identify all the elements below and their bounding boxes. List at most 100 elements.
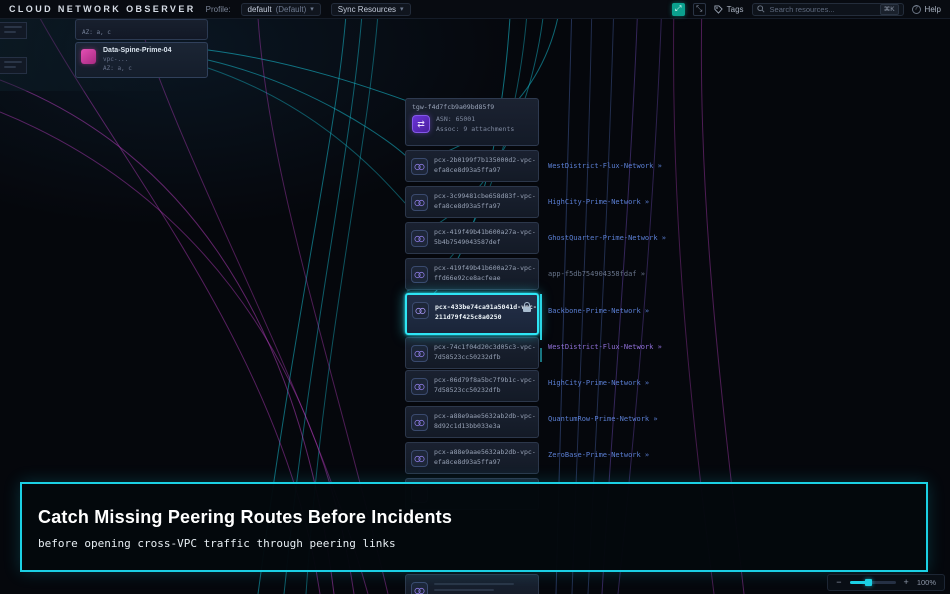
zoom-out-button[interactable]: − bbox=[836, 578, 841, 587]
chip-text-bar bbox=[4, 61, 22, 63]
peering-id-line1: pcx-06d79f8a5bc7f9b1c-vpc- bbox=[434, 376, 536, 384]
zoom-level: 100% bbox=[916, 578, 936, 587]
chevron-down-icon: ▾ bbox=[310, 6, 314, 13]
peering-node[interactable]: pcx-2b0199f7b135000d2-vpc- efa8ce8d93a5f… bbox=[405, 150, 539, 182]
peering-id-line1: pcx-74c1f04d20c3d05c3-vpc- bbox=[434, 343, 536, 351]
peering-id-line1: pcx-a88e9aae5632ab2db-vpc- bbox=[434, 448, 536, 456]
peering-node[interactable]: pcx-419f49b41b600a27a-vpc- 5b4b754904358… bbox=[405, 222, 539, 254]
network-link[interactable]: HighCity-Prime-Network » bbox=[548, 379, 649, 387]
app-logo: CLOUD NETWORK OBSERVER bbox=[9, 4, 196, 14]
peering-icon bbox=[411, 230, 428, 247]
selected-edge-highlight bbox=[540, 294, 542, 340]
peering-id-line2: 5b4b7549043587def bbox=[434, 238, 501, 247]
app-header: CLOUD NETWORK OBSERVER Profile: default … bbox=[0, 0, 950, 19]
peering-icon bbox=[412, 302, 429, 319]
peering-id-line2: 211d79f425c8a0250 bbox=[435, 313, 502, 322]
network-link[interactable]: ZeroBase-Prime-Network » bbox=[548, 451, 649, 459]
peering-id-line1: pcx-419f49b41b600a27a-vpc- bbox=[434, 264, 536, 272]
edge-node-chip[interactable] bbox=[0, 22, 27, 39]
zoom-slider[interactable] bbox=[849, 579, 896, 586]
peering-node[interactable]: pcx-74c1f04d20c3d05c3-vpc- 7d58523cc5023… bbox=[405, 337, 539, 369]
vpc-node-title: Data-Spine-Prime-04 bbox=[103, 47, 172, 54]
help-button[interactable]: ? Help bbox=[911, 4, 941, 14]
peering-node[interactable]: pcx-a88e9aae5632ab2db-vpc- efa8ce8d93a5f… bbox=[405, 442, 539, 474]
tags-button[interactable]: Tags bbox=[714, 5, 744, 14]
az-label: AZ: a, c bbox=[82, 29, 111, 36]
edge-node-chip[interactable] bbox=[0, 57, 27, 74]
peering-icon bbox=[411, 158, 428, 175]
peering-node[interactable] bbox=[405, 574, 539, 594]
peering-id-line2: efa8ce8d93a5ffa97 bbox=[434, 458, 501, 467]
network-link[interactable]: app-f5db754904358fdaf » bbox=[548, 270, 645, 278]
selected-edge-highlight bbox=[540, 348, 542, 362]
search-input[interactable] bbox=[769, 4, 875, 14]
peering-icon bbox=[411, 378, 428, 395]
vpc-node-id: vpc-... bbox=[103, 56, 129, 63]
peering-icon bbox=[411, 194, 428, 211]
peering-node[interactable]: pcx-419f49b41b600a27a-vpc- ffd66e92ce8ac… bbox=[405, 258, 539, 290]
peering-id-line1: pcx-419f49b41b600a27a-vpc- bbox=[434, 228, 536, 236]
peering-id-line2: ffd66e92ce8acfeae bbox=[434, 274, 501, 283]
peering-id-line2: efa8ce8d93a5ffa97 bbox=[434, 202, 501, 211]
vpc-icon bbox=[81, 49, 96, 64]
help-icon: ? bbox=[911, 4, 921, 14]
gateway-id: tgw-f4d7fcb9a09bd85f9 bbox=[412, 103, 495, 111]
vpc-node-data-spine[interactable]: Data-Spine-Prime-04 vpc-... AZ: a, c bbox=[75, 42, 208, 78]
sync-resources-button[interactable]: Sync Resources ▾ bbox=[330, 2, 411, 16]
peering-node[interactable]: pcx-06d79f8a5bc7f9b1c-vpc- 7d58523cc5023… bbox=[405, 370, 539, 402]
transit-gateway-node[interactable]: tgw-f4d7fcb9a09bd85f9 ⇄ ASN: 65001 Assoc… bbox=[405, 98, 539, 146]
collapse-view-button[interactable]: ⤡ bbox=[692, 2, 706, 16]
network-canvas[interactable]: CLOUD NETWORK OBSERVER Profile: default … bbox=[0, 0, 950, 594]
profile-hint: (Default) bbox=[275, 4, 307, 14]
profile-label: Profile: bbox=[205, 4, 231, 14]
profile-select[interactable]: default (Default) ▾ bbox=[240, 2, 321, 16]
chip-text-bar bbox=[4, 66, 16, 68]
peering-id-line1: pcx-433be74ca91a5041d-vpc- bbox=[435, 303, 537, 311]
peering-id-line1: pcx-a88e9aae5632ab2db-vpc- bbox=[434, 412, 536, 420]
network-link[interactable]: WestDistrict-Flux-Network » bbox=[548, 343, 662, 351]
search-icon bbox=[756, 5, 765, 13]
help-label: Help bbox=[924, 4, 941, 14]
obscured-text-bar bbox=[434, 583, 514, 585]
peering-icon bbox=[411, 582, 428, 594]
az-label: AZ: a, c bbox=[103, 65, 132, 72]
search-box[interactable]: ⌘K bbox=[751, 2, 904, 16]
callout-banner: Catch Missing Peering Routes Before Inci… bbox=[20, 482, 928, 572]
peering-node[interactable]: pcx-a88e9aae5632ab2db-vpc- 8d92c1d13bb03… bbox=[405, 406, 539, 438]
peering-node-selected[interactable]: pcx-433be74ca91a5041d-vpc- 211d79f425c8a… bbox=[405, 293, 539, 335]
vpc-node-partial[interactable]: AZ: a, c bbox=[75, 19, 208, 40]
network-link[interactable]: QuantumRow-Prime-Network » bbox=[548, 415, 658, 423]
network-link[interactable]: GhostQuarter-Prime-Network » bbox=[548, 234, 666, 242]
peering-icon bbox=[411, 414, 428, 431]
profile-value: default bbox=[247, 4, 272, 14]
shortcut-badge: ⌘K bbox=[879, 3, 899, 15]
network-link[interactable]: WestDistrict-Flux-Network » bbox=[548, 162, 662, 170]
network-link[interactable]: Backbone-Prime-Network » bbox=[548, 307, 649, 315]
gateway-assoc: Assoc: 9 attachments bbox=[436, 125, 515, 134]
peering-id-line2: efa8ce8d93a5ffa97 bbox=[434, 166, 501, 175]
peering-node[interactable]: pcx-3c99481cbe658d83f-vpc- efa8ce8d93a5f… bbox=[405, 186, 539, 218]
expand-icon: ⤢ bbox=[674, 4, 682, 13]
zoom-slider-handle[interactable] bbox=[864, 579, 872, 586]
zoom-controls: − + 100% bbox=[827, 574, 945, 591]
obscured-text-bar bbox=[434, 589, 494, 591]
transit-gateway-icon: ⇄ bbox=[412, 115, 430, 134]
lock-icon bbox=[523, 302, 531, 312]
peering-icon bbox=[411, 345, 428, 362]
peering-id-line1: pcx-2b0199f7b135000d2-vpc- bbox=[434, 156, 536, 164]
collapse-icon: ⤡ bbox=[695, 4, 703, 13]
gateway-asn: ASN: 65001 bbox=[436, 115, 476, 123]
tags-label: Tags bbox=[726, 4, 744, 14]
peering-icon bbox=[411, 450, 428, 467]
sync-resources-label: Sync Resources bbox=[337, 4, 397, 14]
chip-text-bar bbox=[4, 26, 22, 28]
peering-id-line1: pcx-3c99481cbe658d83f-vpc- bbox=[434, 192, 536, 200]
peering-icon bbox=[411, 266, 428, 283]
peering-id-line2: 7d58523cc50232dfb bbox=[434, 353, 501, 362]
zoom-in-button[interactable]: + bbox=[904, 578, 909, 587]
tag-icon bbox=[714, 4, 723, 14]
header-actions: ⤢ ⤡ Tags ⌘K ? H bbox=[671, 2, 941, 16]
peering-id-line2: 8d92c1d13bb033e3a bbox=[434, 422, 501, 431]
expand-view-button[interactable]: ⤢ bbox=[671, 2, 685, 16]
network-link[interactable]: HighCity-Prime-Network » bbox=[548, 198, 649, 206]
